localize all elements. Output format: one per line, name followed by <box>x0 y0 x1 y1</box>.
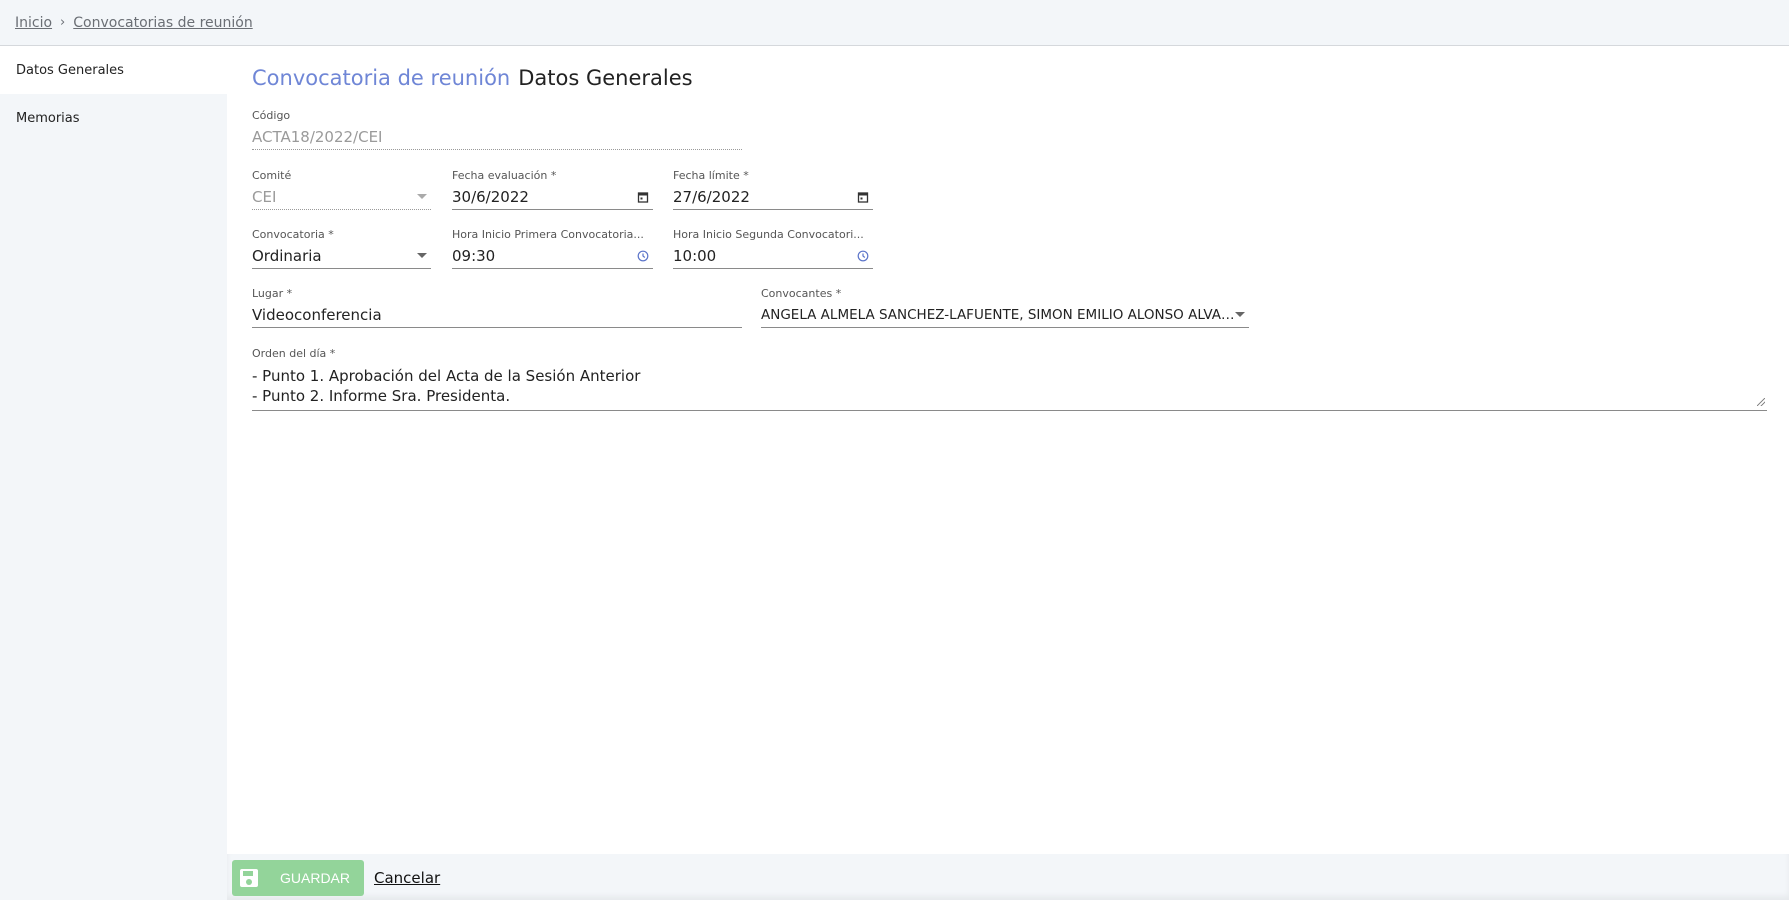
hora-primera-field[interactable]: Hora Inicio Primera Convocatoria... 09:3… <box>452 228 653 269</box>
page-title: Convocatoria de reunión Datos Generales <box>252 66 693 90</box>
sidebar-item-memorias[interactable]: Memorias <box>0 94 227 142</box>
cancel-link[interactable]: Cancelar <box>374 869 440 887</box>
breadcrumb-home-link[interactable]: Inicio <box>15 15 52 31</box>
main-content: Convocatoria de reunión Datos Generales C… <box>227 46 1789 854</box>
save-button[interactable]: GUARDAR <box>232 860 364 896</box>
fecha-limite-input[interactable]: 27/6/2022 <box>673 188 750 206</box>
convocantes-value[interactable]: ANGELA ALMELA SANCHEZ-LAFUENTE, SIMON EM… <box>761 307 1235 323</box>
convocantes-select[interactable]: Convocantes * ANGELA ALMELA SANCHEZ-LAFU… <box>761 287 1249 328</box>
hora-segunda-field[interactable]: Hora Inicio Segunda Convocatori... 10:00 <box>673 228 873 269</box>
fecha-evaluacion-label: Fecha evaluación * <box>452 169 557 182</box>
hora-primera-input[interactable]: 09:30 <box>452 247 495 265</box>
codigo-label: Código <box>252 109 291 122</box>
title-section: Convocatoria de reunión <box>252 66 511 90</box>
fecha-evaluacion-input[interactable]: 30/6/2022 <box>452 188 529 206</box>
lugar-field[interactable]: Lugar * Videoconferencia <box>252 287 742 328</box>
fecha-evaluacion-field[interactable]: Fecha evaluación * 30/6/2022 <box>452 169 653 210</box>
comite-select: Comité CEI <box>252 169 431 210</box>
orden-dia-textarea[interactable]: - Punto 1. Aprobación del Acta de la Ses… <box>252 366 1767 411</box>
lugar-input[interactable]: Videoconferencia <box>252 306 382 324</box>
orden-dia-line: - Punto 1. Aprobación del Acta de la Ses… <box>252 367 641 385</box>
fecha-limite-field[interactable]: Fecha límite * 27/6/2022 <box>673 169 873 210</box>
save-label: GUARDAR <box>280 870 351 886</box>
comite-value: CEI <box>252 187 277 206</box>
orden-dia-line: - Punto 2. Informe Sra. Presidenta. <box>252 387 511 405</box>
lugar-label: Lugar * <box>252 287 293 300</box>
breadcrumb-current-link[interactable]: Convocatorias de reunión <box>73 15 252 31</box>
footer-actions: GUARDAR Cancelar <box>227 854 1789 900</box>
floppy-disk-icon <box>240 869 258 887</box>
hora-segunda-label: Hora Inicio Segunda Convocatori... <box>673 228 864 241</box>
convocantes-label: Convocantes * <box>761 287 842 300</box>
hora-primera-label: Hora Inicio Primera Convocatoria... <box>452 228 644 241</box>
chevron-down-icon[interactable] <box>1235 312 1245 317</box>
calendar-icon[interactable] <box>857 191 869 203</box>
sidebar-item-datos-generales[interactable]: Datos Generales <box>0 46 227 94</box>
clock-icon[interactable] <box>857 250 869 262</box>
convocatoria-select[interactable]: Convocatoria * Ordinaria <box>252 228 431 269</box>
title-page: Datos Generales <box>518 66 693 90</box>
chevron-down-icon <box>417 194 427 199</box>
calendar-icon[interactable] <box>637 191 649 203</box>
resize-handle-icon[interactable] <box>1757 398 1765 406</box>
orden-dia-label: Orden del día * <box>252 347 336 360</box>
codigo-field: Código ACTA18/2022/CEI <box>252 109 742 150</box>
codigo-value: ACTA18/2022/CEI <box>252 127 383 146</box>
clock-icon[interactable] <box>637 250 649 262</box>
fecha-limite-label: Fecha límite * <box>673 169 749 182</box>
comite-label: Comité <box>252 169 292 182</box>
convocatoria-value[interactable]: Ordinaria <box>252 247 322 265</box>
breadcrumb: Inicio › Convocatorias de reunión <box>0 0 1789 46</box>
orden-dia-field[interactable]: Orden del día * - Punto 1. Aprobación de… <box>252 347 1767 411</box>
sidebar: Datos Generales Memorias <box>0 46 227 900</box>
chevron-down-icon[interactable] <box>417 253 427 258</box>
convocatoria-label: Convocatoria * <box>252 228 334 241</box>
hora-segunda-input[interactable]: 10:00 <box>673 247 716 265</box>
chevron-right-icon: › <box>60 15 66 30</box>
